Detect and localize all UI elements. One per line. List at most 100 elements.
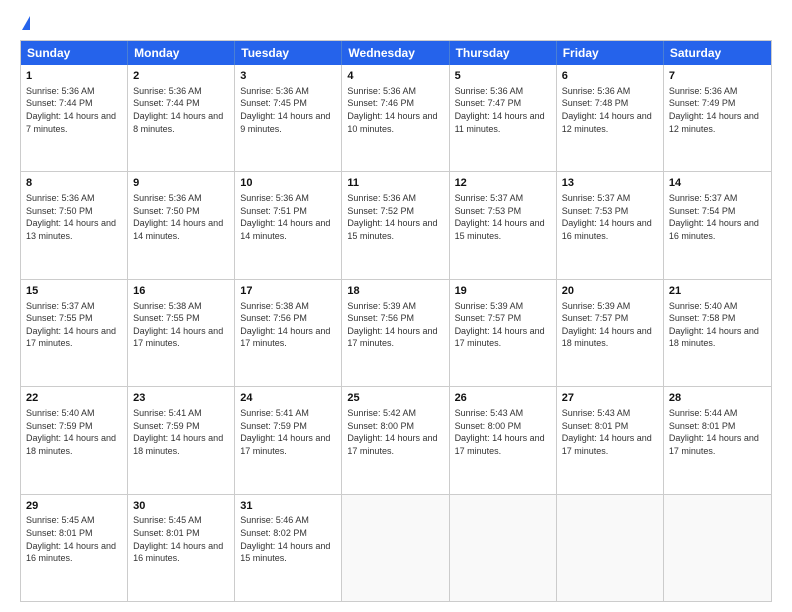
day-number: 28 xyxy=(669,391,766,406)
calendar-cell: 16Sunrise: 5:38 AMSunset: 7:55 PMDayligh… xyxy=(128,280,235,386)
calendar-cell: 13Sunrise: 5:37 AMSunset: 7:53 PMDayligh… xyxy=(557,172,664,278)
cell-text: Sunrise: 5:37 AMSunset: 7:53 PMDaylight:… xyxy=(455,192,551,242)
calendar-cell: 5Sunrise: 5:36 AMSunset: 7:47 PMDaylight… xyxy=(450,65,557,171)
header xyxy=(20,16,772,32)
calendar-cell: 1Sunrise: 5:36 AMSunset: 7:44 PMDaylight… xyxy=(21,65,128,171)
day-number: 31 xyxy=(240,499,336,514)
calendar-week-3: 15Sunrise: 5:37 AMSunset: 7:55 PMDayligh… xyxy=(21,280,771,387)
day-number: 10 xyxy=(240,176,336,191)
cell-text: Sunrise: 5:38 AMSunset: 7:56 PMDaylight:… xyxy=(240,300,336,350)
calendar-cell: 30Sunrise: 5:45 AMSunset: 8:01 PMDayligh… xyxy=(128,495,235,601)
day-number: 26 xyxy=(455,391,551,406)
calendar-cell: 17Sunrise: 5:38 AMSunset: 7:56 PMDayligh… xyxy=(235,280,342,386)
calendar-cell: 23Sunrise: 5:41 AMSunset: 7:59 PMDayligh… xyxy=(128,387,235,493)
calendar-body: 1Sunrise: 5:36 AMSunset: 7:44 PMDaylight… xyxy=(21,65,771,601)
day-number: 21 xyxy=(669,284,766,299)
calendar-cell: 9Sunrise: 5:36 AMSunset: 7:50 PMDaylight… xyxy=(128,172,235,278)
day-number: 3 xyxy=(240,69,336,84)
day-number: 23 xyxy=(133,391,229,406)
logo xyxy=(20,16,30,32)
page: SundayMondayTuesdayWednesdayThursdayFrid… xyxy=(0,0,792,612)
cell-text: Sunrise: 5:40 AMSunset: 7:59 PMDaylight:… xyxy=(26,407,122,457)
day-number: 1 xyxy=(26,69,122,84)
day-number: 29 xyxy=(26,499,122,514)
calendar-cell: 4Sunrise: 5:36 AMSunset: 7:46 PMDaylight… xyxy=(342,65,449,171)
cell-text: Sunrise: 5:36 AMSunset: 7:46 PMDaylight:… xyxy=(347,85,443,135)
calendar-week-4: 22Sunrise: 5:40 AMSunset: 7:59 PMDayligh… xyxy=(21,387,771,494)
cell-text: Sunrise: 5:45 AMSunset: 8:01 PMDaylight:… xyxy=(26,514,122,564)
day-number: 8 xyxy=(26,176,122,191)
cell-text: Sunrise: 5:36 AMSunset: 7:50 PMDaylight:… xyxy=(26,192,122,242)
day-number: 11 xyxy=(347,176,443,191)
calendar-cell: 24Sunrise: 5:41 AMSunset: 7:59 PMDayligh… xyxy=(235,387,342,493)
calendar-cell xyxy=(450,495,557,601)
cell-text: Sunrise: 5:41 AMSunset: 7:59 PMDaylight:… xyxy=(240,407,336,457)
calendar-cell: 14Sunrise: 5:37 AMSunset: 7:54 PMDayligh… xyxy=(664,172,771,278)
cell-text: Sunrise: 5:36 AMSunset: 7:48 PMDaylight:… xyxy=(562,85,658,135)
day-number: 24 xyxy=(240,391,336,406)
cell-text: Sunrise: 5:39 AMSunset: 7:57 PMDaylight:… xyxy=(562,300,658,350)
cell-text: Sunrise: 5:36 AMSunset: 7:51 PMDaylight:… xyxy=(240,192,336,242)
calendar-cell: 12Sunrise: 5:37 AMSunset: 7:53 PMDayligh… xyxy=(450,172,557,278)
calendar-cell: 26Sunrise: 5:43 AMSunset: 8:00 PMDayligh… xyxy=(450,387,557,493)
logo-arrow-icon xyxy=(22,16,30,30)
calendar-cell: 27Sunrise: 5:43 AMSunset: 8:01 PMDayligh… xyxy=(557,387,664,493)
cell-text: Sunrise: 5:36 AMSunset: 7:44 PMDaylight:… xyxy=(26,85,122,135)
calendar-header-wednesday: Wednesday xyxy=(342,41,449,65)
calendar-cell: 21Sunrise: 5:40 AMSunset: 7:58 PMDayligh… xyxy=(664,280,771,386)
cell-text: Sunrise: 5:44 AMSunset: 8:01 PMDaylight:… xyxy=(669,407,766,457)
cell-text: Sunrise: 5:46 AMSunset: 8:02 PMDaylight:… xyxy=(240,514,336,564)
cell-text: Sunrise: 5:43 AMSunset: 8:00 PMDaylight:… xyxy=(455,407,551,457)
calendar-week-5: 29Sunrise: 5:45 AMSunset: 8:01 PMDayligh… xyxy=(21,495,771,601)
cell-text: Sunrise: 5:36 AMSunset: 7:50 PMDaylight:… xyxy=(133,192,229,242)
calendar: SundayMondayTuesdayWednesdayThursdayFrid… xyxy=(20,40,772,602)
cell-text: Sunrise: 5:36 AMSunset: 7:44 PMDaylight:… xyxy=(133,85,229,135)
day-number: 4 xyxy=(347,69,443,84)
calendar-cell: 22Sunrise: 5:40 AMSunset: 7:59 PMDayligh… xyxy=(21,387,128,493)
cell-text: Sunrise: 5:36 AMSunset: 7:45 PMDaylight:… xyxy=(240,85,336,135)
calendar-header-friday: Friday xyxy=(557,41,664,65)
calendar-cell: 19Sunrise: 5:39 AMSunset: 7:57 PMDayligh… xyxy=(450,280,557,386)
day-number: 12 xyxy=(455,176,551,191)
cell-text: Sunrise: 5:38 AMSunset: 7:55 PMDaylight:… xyxy=(133,300,229,350)
calendar-cell: 8Sunrise: 5:36 AMSunset: 7:50 PMDaylight… xyxy=(21,172,128,278)
calendar-cell: 29Sunrise: 5:45 AMSunset: 8:01 PMDayligh… xyxy=(21,495,128,601)
calendar-cell: 7Sunrise: 5:36 AMSunset: 7:49 PMDaylight… xyxy=(664,65,771,171)
day-number: 9 xyxy=(133,176,229,191)
cell-text: Sunrise: 5:42 AMSunset: 8:00 PMDaylight:… xyxy=(347,407,443,457)
day-number: 22 xyxy=(26,391,122,406)
cell-text: Sunrise: 5:36 AMSunset: 7:49 PMDaylight:… xyxy=(669,85,766,135)
day-number: 13 xyxy=(562,176,658,191)
calendar-cell xyxy=(557,495,664,601)
cell-text: Sunrise: 5:39 AMSunset: 7:56 PMDaylight:… xyxy=(347,300,443,350)
day-number: 18 xyxy=(347,284,443,299)
day-number: 14 xyxy=(669,176,766,191)
calendar-header-monday: Monday xyxy=(128,41,235,65)
cell-text: Sunrise: 5:39 AMSunset: 7:57 PMDaylight:… xyxy=(455,300,551,350)
calendar-cell: 2Sunrise: 5:36 AMSunset: 7:44 PMDaylight… xyxy=(128,65,235,171)
calendar-cell xyxy=(342,495,449,601)
calendar-cell: 31Sunrise: 5:46 AMSunset: 8:02 PMDayligh… xyxy=(235,495,342,601)
calendar-cell: 6Sunrise: 5:36 AMSunset: 7:48 PMDaylight… xyxy=(557,65,664,171)
day-number: 19 xyxy=(455,284,551,299)
calendar-cell: 28Sunrise: 5:44 AMSunset: 8:01 PMDayligh… xyxy=(664,387,771,493)
day-number: 16 xyxy=(133,284,229,299)
calendar-header: SundayMondayTuesdayWednesdayThursdayFrid… xyxy=(21,41,771,65)
day-number: 27 xyxy=(562,391,658,406)
cell-text: Sunrise: 5:37 AMSunset: 7:53 PMDaylight:… xyxy=(562,192,658,242)
calendar-header-sunday: Sunday xyxy=(21,41,128,65)
day-number: 30 xyxy=(133,499,229,514)
day-number: 17 xyxy=(240,284,336,299)
cell-text: Sunrise: 5:40 AMSunset: 7:58 PMDaylight:… xyxy=(669,300,766,350)
calendar-cell: 10Sunrise: 5:36 AMSunset: 7:51 PMDayligh… xyxy=(235,172,342,278)
day-number: 2 xyxy=(133,69,229,84)
calendar-header-thursday: Thursday xyxy=(450,41,557,65)
calendar-cell: 15Sunrise: 5:37 AMSunset: 7:55 PMDayligh… xyxy=(21,280,128,386)
day-number: 5 xyxy=(455,69,551,84)
cell-text: Sunrise: 5:41 AMSunset: 7:59 PMDaylight:… xyxy=(133,407,229,457)
day-number: 7 xyxy=(669,69,766,84)
calendar-cell: 20Sunrise: 5:39 AMSunset: 7:57 PMDayligh… xyxy=(557,280,664,386)
calendar-header-saturday: Saturday xyxy=(664,41,771,65)
cell-text: Sunrise: 5:36 AMSunset: 7:47 PMDaylight:… xyxy=(455,85,551,135)
cell-text: Sunrise: 5:36 AMSunset: 7:52 PMDaylight:… xyxy=(347,192,443,242)
